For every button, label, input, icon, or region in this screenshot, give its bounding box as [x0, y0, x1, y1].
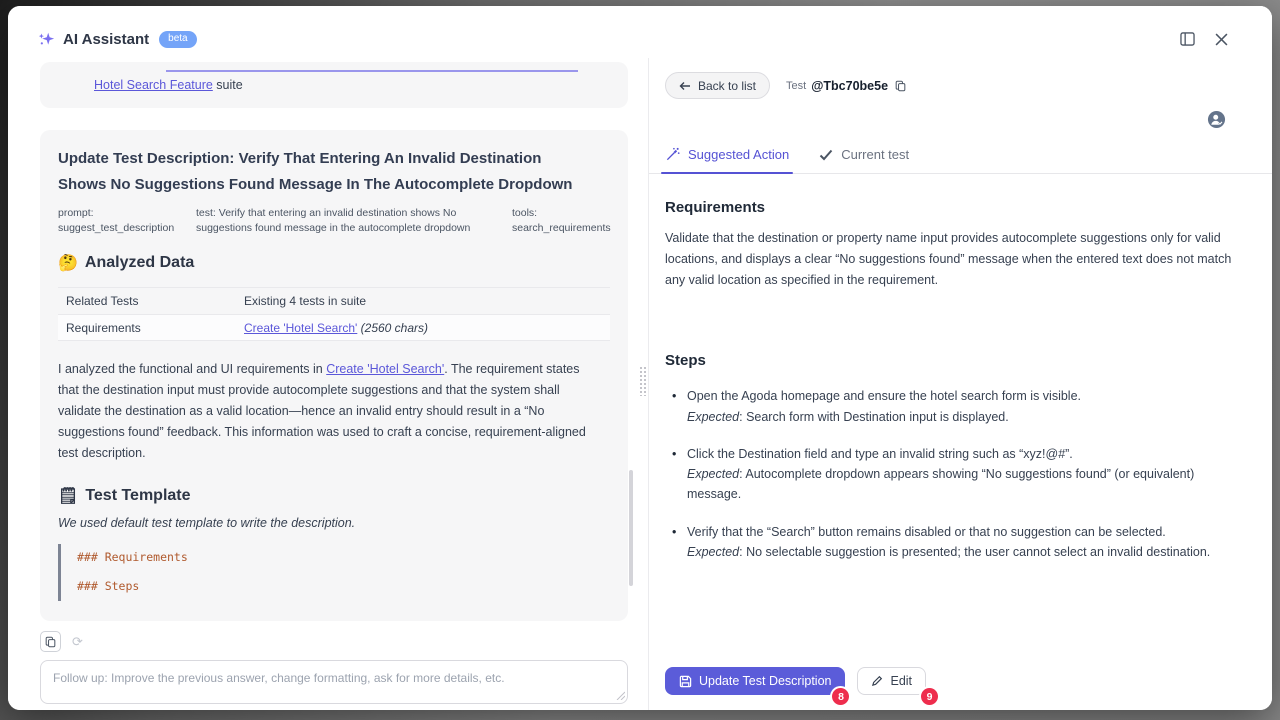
notepad-emoji-icon: 🗒	[58, 486, 78, 506]
analysis-paragraph: I analyzed the functional and UI require…	[58, 359, 598, 464]
assistant-answer-card: Update Test Description: Verify That Ent…	[40, 130, 628, 621]
copy-answer-button[interactable]	[40, 631, 61, 652]
beta-badge: beta	[159, 31, 196, 48]
step-expected: : No selectable suggestion is presented;…	[739, 545, 1210, 559]
template-code-block: ### Requirements ### Steps	[58, 544, 610, 601]
annotation-badge-8: 8	[832, 688, 849, 705]
context-text: Hotel Search Feature suite	[94, 78, 612, 92]
page-title: AI Assistant	[63, 31, 149, 48]
expected-label: Expected	[687, 467, 739, 481]
meta-test: test: Verify that entering an invalid de…	[196, 206, 496, 238]
close-modal-button[interactable]	[1206, 24, 1236, 54]
steps-heading: Steps	[665, 352, 1232, 369]
thinking-emoji-icon: 🤔	[58, 253, 78, 273]
list-item: • Verify that the “Search” button remain…	[665, 522, 1232, 563]
sidebar-panel-icon	[1180, 32, 1195, 46]
hotel-search-feature-link[interactable]: Hotel Search Feature	[94, 78, 213, 92]
step-expected: : Autocomplete dropdown appears showing …	[687, 467, 1194, 501]
edit-button[interactable]: Edit 9	[857, 667, 926, 695]
list-item: • Click the Destination field and type a…	[665, 444, 1232, 505]
tab-bar: Suggested Action Current test	[649, 147, 1272, 174]
bullet-icon: •	[665, 444, 687, 505]
bullet-icon: •	[665, 386, 687, 427]
step-action: Click the Destination field and type an …	[687, 447, 1073, 461]
step-action: Verify that the “Search” button remains …	[687, 525, 1166, 539]
bullet-icon: •	[665, 522, 687, 563]
meta-prompt: prompt: suggest_test_description	[58, 206, 180, 238]
pencil-icon	[871, 675, 883, 687]
analyzed-data-heading: 🤔 Analyzed Data	[58, 253, 610, 273]
arrow-left-icon	[679, 81, 691, 91]
close-icon	[1215, 33, 1228, 46]
resize-grip-icon[interactable]	[616, 691, 625, 700]
test-detail-panel: Back to list Test @Tbc70be5e	[648, 6, 1272, 710]
user-check-icon	[1207, 110, 1226, 129]
requirements-doc-link[interactable]: Create 'Hotel Search'	[326, 362, 444, 376]
annotation-badge-9: 9	[921, 688, 938, 705]
expected-label: Expected	[687, 545, 739, 559]
requirements-heading: Requirements	[665, 199, 1232, 216]
chat-panel: Hotel Search Feature suite Update Test D…	[8, 58, 648, 710]
context-card: Hotel Search Feature suite	[40, 62, 628, 108]
expected-label: Expected	[687, 410, 739, 424]
test-id: @Tbc70be5e	[811, 79, 888, 93]
test-template-heading: 🗒 Test Template	[58, 486, 610, 506]
copy-icon	[895, 80, 906, 92]
tab-current-test[interactable]: Current test	[819, 147, 909, 173]
ai-assistant-modal: AI Assistant beta Hotel Search Feature s…	[8, 6, 1272, 710]
clipped-element-edge	[166, 70, 578, 72]
check-icon	[819, 149, 833, 161]
back-to-list-button[interactable]: Back to list	[665, 72, 770, 99]
table-row: Related Tests Existing 4 tests in suite	[58, 287, 610, 314]
follow-up-textarea[interactable]	[40, 660, 628, 704]
test-label: Test	[786, 80, 806, 92]
modal-header: AI Assistant beta	[8, 6, 1272, 58]
step-expected: : Search form with Destination input is …	[739, 410, 1009, 424]
tab-suggested-action[interactable]: Suggested Action	[665, 147, 789, 173]
meta-tools: tools: search_requirements	[512, 206, 611, 238]
save-icon	[679, 675, 692, 688]
step-action: Open the Agoda homepage and ensure the h…	[687, 389, 1081, 403]
requirements-doc-link[interactable]: Create 'Hotel Search'	[244, 321, 357, 335]
magic-wand-icon	[665, 147, 680, 162]
panel-toggle-button[interactable]	[1172, 24, 1202, 54]
copy-icon	[45, 636, 56, 648]
chars-note: (2560 chars)	[361, 321, 428, 335]
update-test-description-button[interactable]: Update Test Description 8	[665, 667, 845, 695]
copy-test-id-button[interactable]	[895, 80, 906, 92]
answer-title: Update Test Description: Verify That Ent…	[58, 146, 578, 198]
prompt-meta: prompt: suggest_test_description test: V…	[58, 206, 610, 238]
regenerate-button[interactable]: ⟳	[67, 631, 88, 652]
template-note: We used default test template to write t…	[58, 516, 610, 530]
analyzed-data-table: Related Tests Existing 4 tests in suite …	[58, 287, 610, 341]
left-panel-scrollbar[interactable]	[629, 470, 633, 586]
requirements-body: Validate that the destination or propert…	[665, 228, 1232, 290]
table-row: Requirements Create 'Hotel Search' (2560…	[58, 314, 610, 341]
sparkles-icon	[38, 31, 55, 48]
list-item: • Open the Agoda homepage and ensure the…	[665, 386, 1232, 427]
refresh-icon: ⟳	[72, 634, 83, 650]
panel-resize-handle[interactable]	[639, 366, 648, 396]
steps-list: • Open the Agoda homepage and ensure the…	[665, 386, 1232, 562]
